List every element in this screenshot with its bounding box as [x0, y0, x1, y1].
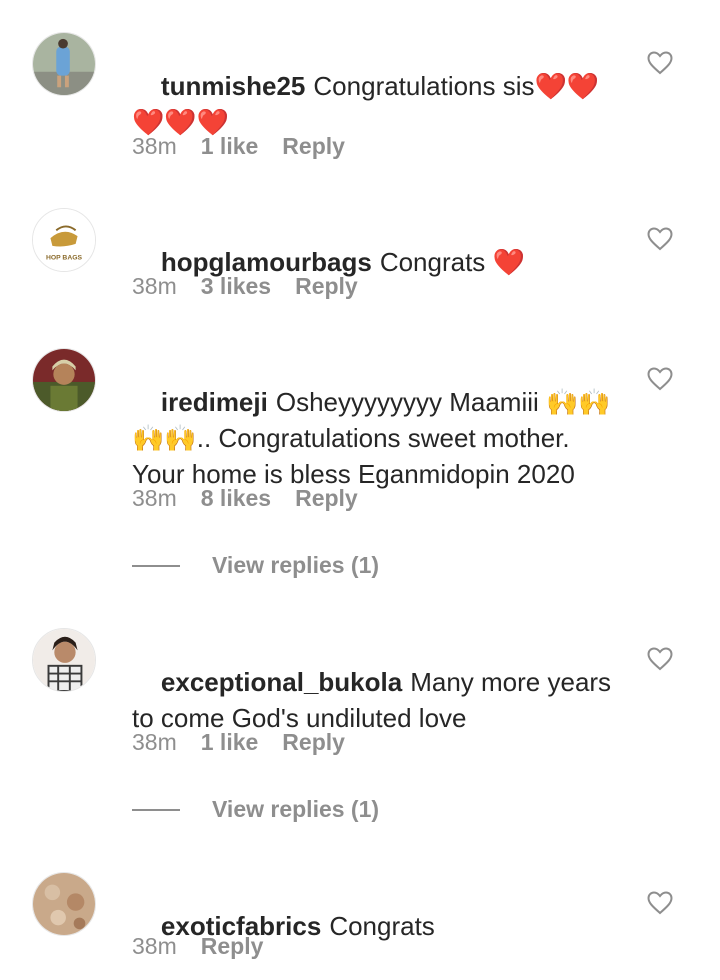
comment-meta: 38m 8 likes Reply: [132, 485, 382, 512]
heart-outline-icon[interactable]: [647, 647, 673, 671]
comment-meta: 38m Reply: [132, 933, 287, 960]
reply-button[interactable]: Reply: [201, 933, 264, 960]
comment-meta: 38m 1 like Reply: [132, 133, 369, 160]
comment-time: 38m: [132, 273, 177, 299]
avatar[interactable]: [32, 348, 96, 412]
avatar-logo: HOP BAGS: [33, 209, 95, 271]
heart-outline-icon[interactable]: [647, 367, 673, 391]
comment-text: Congrats: [329, 911, 435, 941]
avatar-photo: [33, 349, 95, 411]
comment-text-block: exoticfabrics Congrats: [132, 872, 612, 980]
heart-outline-icon[interactable]: [647, 891, 673, 915]
comment-time: 38m: [132, 729, 177, 755]
reply-button[interactable]: Reply: [295, 273, 358, 300]
comment-time: 38m: [132, 485, 177, 511]
view-replies-label[interactable]: View replies (1): [212, 796, 379, 823]
comment-likes[interactable]: 1 like: [201, 729, 259, 756]
avatar-photo: [33, 33, 95, 95]
heart-outline-icon[interactable]: [647, 227, 673, 251]
comment-text: Congrats ❤️: [379, 247, 525, 277]
avatar-photo: [33, 873, 95, 935]
comment-time: 38m: [132, 133, 177, 159]
heart-outline-icon[interactable]: [647, 51, 673, 75]
reply-button[interactable]: Reply: [282, 729, 345, 756]
replies-divider: [132, 808, 180, 811]
avatar[interactable]: [32, 872, 96, 936]
comment-username[interactable]: tunmishe25: [161, 71, 306, 101]
avatar[interactable]: [32, 628, 96, 692]
comment-time: 38m: [132, 933, 177, 959]
view-replies-button[interactable]: View replies (1): [132, 552, 379, 579]
comment-username[interactable]: iredimeji: [161, 387, 268, 417]
avatar[interactable]: [32, 32, 96, 96]
comment-likes[interactable]: 1 like: [201, 133, 259, 160]
reply-button[interactable]: Reply: [295, 485, 358, 512]
comment-meta: 38m 1 like Reply: [132, 729, 369, 756]
comment-likes[interactable]: 3 likes: [201, 273, 271, 300]
view-replies-button[interactable]: View replies (1): [132, 796, 379, 823]
reply-button[interactable]: Reply: [282, 133, 345, 160]
comment-likes[interactable]: 8 likes: [201, 485, 271, 512]
avatar[interactable]: HOP BAGS: [32, 208, 96, 272]
avatar-photo: [33, 629, 95, 691]
comment-username[interactable]: exceptional_bukola: [161, 667, 402, 697]
svg-text:HOP BAGS: HOP BAGS: [46, 254, 82, 261]
view-replies-label[interactable]: View replies (1): [212, 552, 379, 579]
replies-divider: [132, 564, 180, 567]
comment-meta: 38m 3 likes Reply: [132, 273, 382, 300]
